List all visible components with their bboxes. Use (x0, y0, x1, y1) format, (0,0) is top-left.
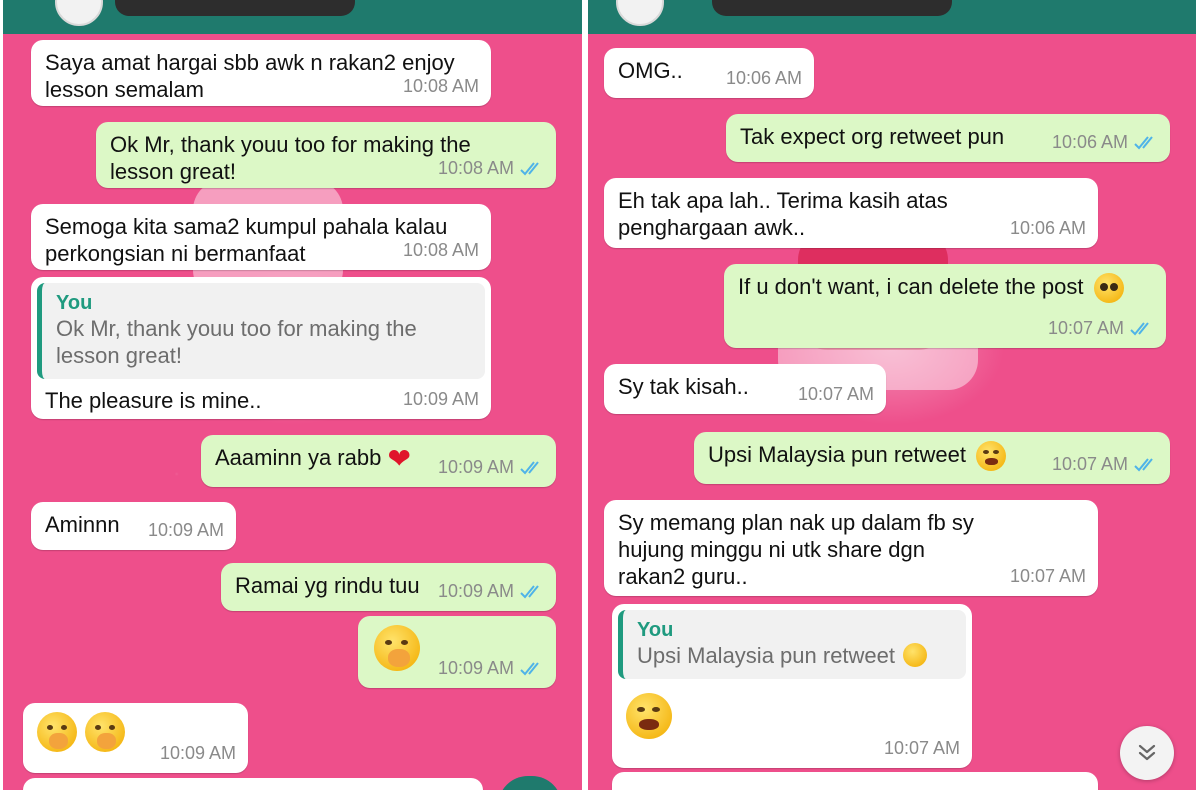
chat-panel-right: OMG.. 10:06 AM Tak expect org retweet pu… (588, 0, 1196, 790)
message-text: Ok Mr, thank youu too for making the les… (110, 132, 471, 184)
read-ticks-icon (1130, 321, 1154, 337)
message-time: 10:09 AM (159, 743, 236, 763)
quoted-message[interactable]: You Ok Mr, thank youu too for making the… (37, 283, 485, 379)
quoted-text: Upsi Malaysia pun retweet (637, 642, 952, 669)
read-ticks-icon (520, 584, 544, 600)
read-ticks-icon (1134, 135, 1158, 151)
read-ticks-icon (520, 161, 544, 177)
hand-over-mouth-emoji-icon (37, 712, 77, 752)
red-heart-icon: ❤ (387, 442, 411, 475)
message-text: Aaaminn ya rabb (215, 445, 382, 470)
quoted-author: You (56, 292, 93, 314)
quoted-author: You (637, 619, 674, 641)
message-time: 10:07 AM (883, 738, 960, 758)
rolling-laughing-emoji-icon (626, 693, 672, 739)
message-bubble-outgoing[interactable]: 10:09 AM (358, 616, 556, 688)
message-text: Eh tak apa lah.. Terima kasih atas pengh… (618, 188, 948, 240)
message-bubble-incoming[interactable]: Saya amat hargai sbb awk n rakan2 enjoy … (31, 40, 491, 106)
message-time: 10:08 AM (438, 155, 544, 182)
message-bubble-incoming-partial[interactable] (23, 778, 483, 790)
message-bubble-outgoing[interactable]: Ok Mr, thank youu too for making the les… (96, 122, 556, 188)
contact-name-redacted (115, 0, 355, 16)
read-ticks-icon (1134, 457, 1158, 473)
message-bubble-outgoing[interactable]: Aaaminn ya rabb ❤ 10:09 AM (201, 435, 556, 487)
chat-header (588, 0, 1196, 34)
message-time: 10:07 AM (797, 384, 874, 404)
message-bubble-reply-incoming[interactable]: You Upsi Malaysia pun retweet 10:07 AM (612, 604, 972, 768)
scroll-to-bottom-button[interactable] (498, 776, 562, 790)
message-text: Sy tak kisah.. (618, 374, 749, 399)
message-bubble-incoming[interactable]: OMG.. 10:06 AM (604, 48, 814, 98)
message-time: 10:09 AM (402, 389, 479, 409)
chat-header (3, 0, 582, 34)
message-time: 10:07 AM (1009, 566, 1086, 586)
hand-over-mouth-emoji-icon (85, 712, 126, 752)
message-time: 10:09 AM (438, 578, 544, 605)
hand-over-mouth-emoji-icon (374, 625, 420, 671)
message-time: 10:08 AM (402, 240, 479, 260)
message-text: If u don't want, i can delete the post (738, 274, 1084, 299)
message-time: 10:08 AM (402, 76, 479, 96)
double-chevron-down-icon (1138, 744, 1156, 761)
message-text: Upsi Malaysia pun retweet (708, 442, 967, 467)
message-time: 10:06 AM (1052, 129, 1158, 156)
read-ticks-icon (520, 661, 544, 677)
quoted-message[interactable]: You Upsi Malaysia pun retweet (618, 610, 966, 679)
chat-panel-left: Saya amat hargai sbb awk n rakan2 enjoy … (3, 0, 582, 790)
message-time: 10:09 AM (147, 520, 224, 540)
message-time: 10:07 AM (1052, 451, 1158, 478)
message-bubble-incoming[interactable]: Semoga kita sama2 kumpul pahala kalau pe… (31, 204, 491, 270)
message-time: 10:06 AM (1009, 218, 1086, 238)
message-text: Tak expect org retweet pun (740, 124, 1005, 149)
message-bubble-incoming[interactable]: 10:09 AM (23, 703, 248, 773)
message-text: Sy memang plan nak up dalam fb sy hujung… (618, 510, 974, 589)
message-bubble-outgoing[interactable]: Tak expect org retweet pun 10:06 AM (726, 114, 1170, 162)
message-time: 10:07 AM (1048, 315, 1154, 342)
message-text: Aminnn (45, 512, 120, 537)
message-bubble-outgoing[interactable]: If u don't want, i can delete the post 1… (724, 264, 1166, 348)
rolling-laughing-emoji-icon (976, 441, 1007, 472)
message-bubble-incoming[interactable]: Sy tak kisah.. 10:07 AM (604, 364, 886, 414)
message-bubble-incoming[interactable]: Aminnn 10:09 AM (31, 502, 236, 550)
message-bubble-incoming[interactable]: Eh tak apa lah.. Terima kasih atas pengh… (604, 178, 1098, 248)
message-text: Ramai yg rindu tuu (235, 573, 420, 598)
message-bubble-outgoing[interactable]: Upsi Malaysia pun retweet 10:07 AM (694, 432, 1170, 484)
message-bubble-outgoing[interactable]: Ramai yg rindu tuu 10:09 AM (221, 563, 556, 611)
message-time: 10:09 AM (438, 454, 544, 481)
quoted-text: Ok Mr, thank youu too for making the les… (56, 316, 417, 368)
rolling-laughing-emoji-icon (903, 643, 928, 667)
message-bubble-reply-incoming[interactable]: You Ok Mr, thank youu too for making the… (31, 277, 491, 419)
read-ticks-icon (520, 460, 544, 476)
message-text: OMG.. (618, 58, 683, 83)
message-bubble-incoming-partial[interactable] (612, 772, 1098, 790)
message-time: 10:06 AM (725, 68, 802, 88)
pleading-face-emoji-icon (1093, 273, 1124, 304)
message-time: 10:09 AM (438, 655, 544, 682)
contact-avatar[interactable] (616, 0, 664, 26)
contact-avatar[interactable] (55, 0, 103, 26)
scroll-to-bottom-button[interactable] (1120, 726, 1174, 780)
contact-name-redacted (712, 0, 952, 16)
message-bubble-incoming[interactable]: Sy memang plan nak up dalam fb sy hujung… (604, 500, 1098, 596)
